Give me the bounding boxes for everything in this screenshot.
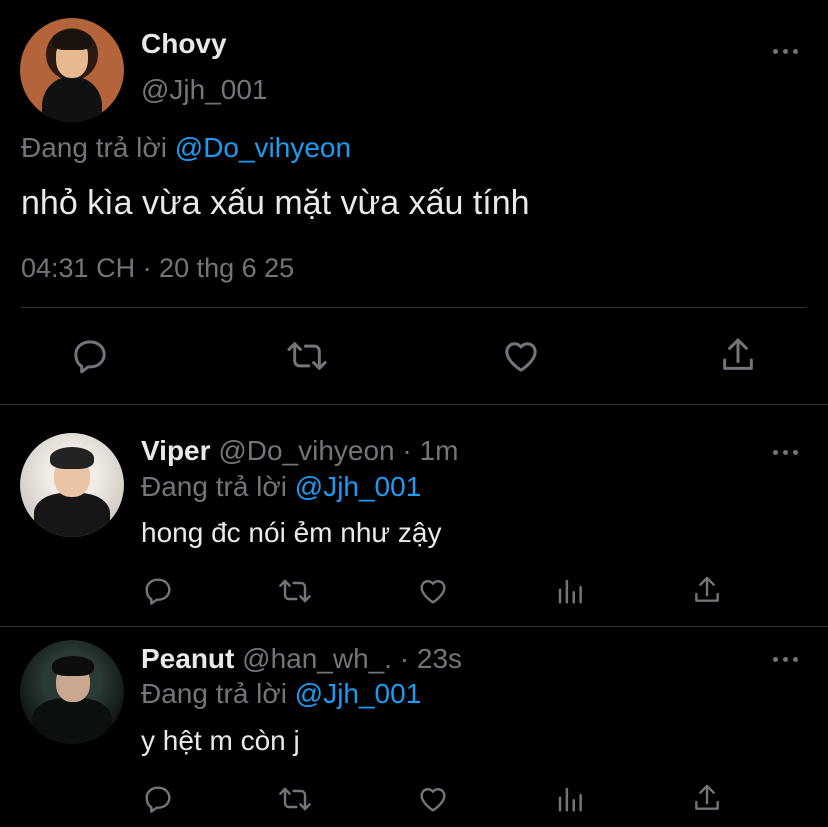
- replying-to-link[interactable]: @Jjh_001: [295, 678, 422, 709]
- tweet-timestamp[interactable]: 04:31 CH · 20 thg 6 25: [21, 253, 294, 284]
- replying-to-link[interactable]: @Do_vihyeon: [175, 132, 351, 163]
- more-options-icon[interactable]: [773, 47, 803, 57]
- avatar-body: [34, 493, 110, 537]
- more-options-icon[interactable]: [773, 655, 803, 665]
- retweet-icon[interactable]: [276, 575, 314, 607]
- avatar-hair: [52, 656, 94, 676]
- divider-top: [21, 307, 807, 308]
- handle-time[interactable]: @Do_vihyeon · 1m: [218, 435, 458, 466]
- avatar-viper[interactable]: [20, 433, 124, 537]
- replying-to-link[interactable]: @Jjh_001: [295, 471, 422, 502]
- reply-header: Viper @Do_vihyeon · 1m: [141, 435, 458, 467]
- retweet-icon[interactable]: [284, 336, 330, 376]
- avatar-hair: [50, 447, 94, 469]
- like-icon[interactable]: [416, 575, 450, 607]
- reply-icon[interactable]: [70, 336, 110, 376]
- tweet-text: hong đc nói ẻm như zậy: [141, 517, 442, 548]
- divider-reply: [0, 626, 828, 627]
- replying-to-line: Đang trả lời @Do_vihyeon: [21, 132, 351, 164]
- more-options-icon[interactable]: [773, 448, 803, 458]
- reply-header: Peanut @han_wh_. · 23s: [141, 643, 462, 675]
- analytics-icon[interactable]: [555, 783, 585, 815]
- display-name[interactable]: Peanut: [141, 643, 234, 674]
- avatar-chovy[interactable]: [20, 18, 124, 122]
- handle-time[interactable]: @han_wh_. · 23s: [242, 643, 462, 674]
- avatar-body: [32, 698, 112, 744]
- share-icon[interactable]: [691, 573, 723, 607]
- handle[interactable]: @Jjh_001: [141, 74, 268, 106]
- share-icon[interactable]: [691, 781, 723, 815]
- avatar-peanut[interactable]: [20, 640, 124, 744]
- display-name[interactable]: Viper: [141, 435, 211, 466]
- display-name[interactable]: Chovy: [141, 28, 227, 60]
- replying-prefix: Đang trả lời: [141, 678, 287, 709]
- retweet-icon[interactable]: [276, 783, 314, 815]
- like-icon[interactable]: [500, 336, 542, 376]
- tweet-text: y hệt m còn j: [141, 725, 300, 756]
- share-icon[interactable]: [718, 334, 758, 376]
- avatar-hair: [52, 30, 92, 50]
- analytics-icon[interactable]: [555, 575, 585, 607]
- replying-to-line: Đang trả lời @Jjh_001: [141, 678, 421, 710]
- like-icon[interactable]: [416, 783, 450, 815]
- replying-to-line: Đang trả lời @Jjh_001: [141, 471, 421, 503]
- reply-icon[interactable]: [142, 575, 174, 607]
- replying-prefix: Đang trả lời: [21, 132, 167, 163]
- avatar-silhouette: [42, 76, 102, 122]
- replying-prefix: Đang trả lời: [141, 471, 287, 502]
- reply-icon[interactable]: [142, 783, 174, 815]
- divider-main: [0, 404, 828, 405]
- tweet-text: nhỏ kìa vừa xấu mặt vừa xấu tính: [21, 184, 530, 222]
